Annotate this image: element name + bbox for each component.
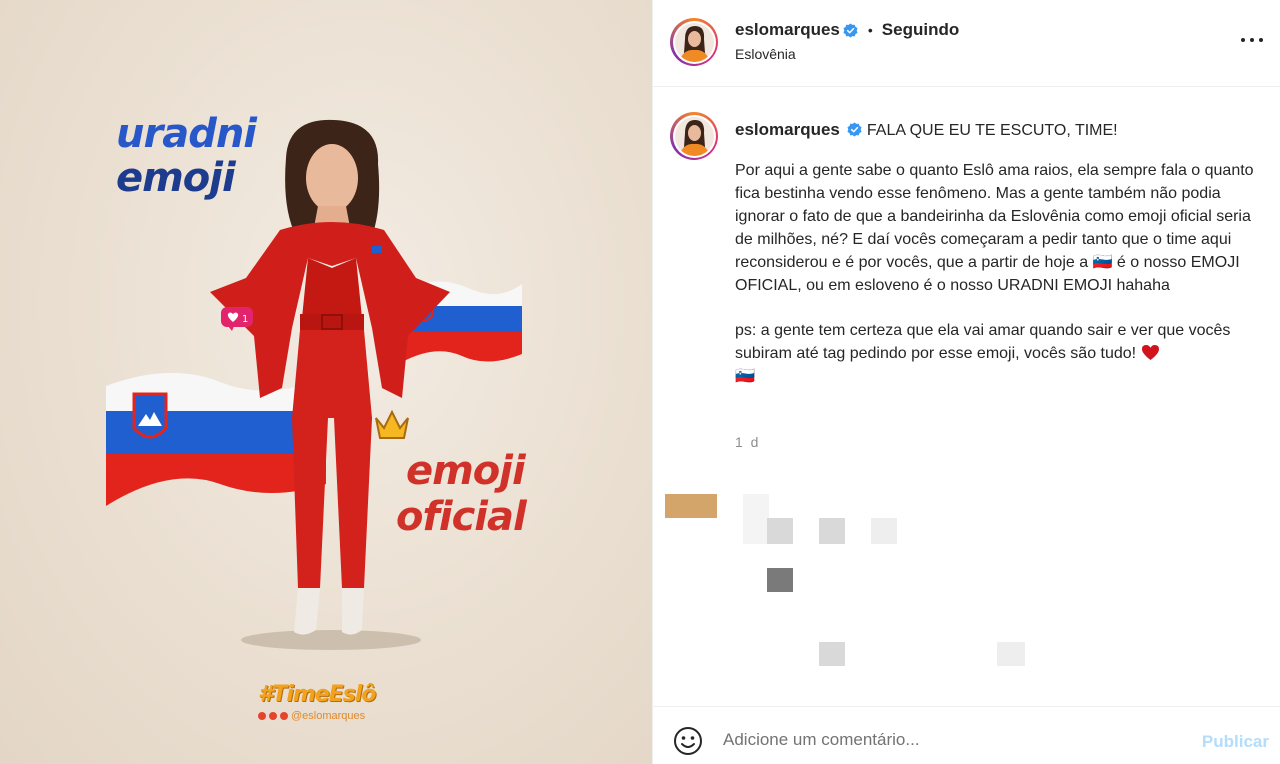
following-button[interactable]: Seguindo [882,20,959,40]
post-caption: eslomarques FALA QUE EU TE ESCUTO, TIME!… [735,118,1255,388]
avatar-image [674,116,714,156]
caption-paragraph-2: ps: a gente tem certeza que ela vai amar… [735,322,1231,385]
avatar[interactable] [670,18,718,66]
header-user: eslomarques • Seguindo [735,20,959,40]
comment-bar: Publicar [653,706,1280,764]
censored-block [871,518,897,544]
avatar-image [674,22,714,62]
publish-button[interactable]: Publicar [1202,732,1269,752]
censored-block [767,568,793,592]
caption-avatar[interactable] [670,112,718,160]
comment-input[interactable] [723,727,1143,753]
username-link[interactable]: eslomarques [735,20,840,40]
caption-username[interactable]: eslomarques [735,120,840,139]
post-header: eslomarques • Seguindo Eslovênia [653,0,1280,87]
social-icon [280,712,288,720]
svg-text:1: 1 [242,314,248,325]
hashtag-label: #TimeEslô [258,682,376,707]
censored-block [767,518,793,544]
censored-block [665,494,717,518]
more-options-icon[interactable] [1241,36,1263,44]
social-handle: @eslomarques [258,710,365,722]
censored-block [743,494,769,544]
location-link[interactable]: Eslovênia [735,46,796,62]
censored-block [819,518,845,544]
crown-icon [375,409,409,439]
verified-badge-icon [847,122,862,137]
separator-dot: • [867,22,873,38]
post-details: eslomarques • Seguindo Eslovênia eslomar… [652,0,1280,764]
flag-emoji: 🇸🇮 [735,368,755,385]
censored-block [997,642,1025,666]
post-image[interactable]: 1 uradni emoji emoji oficial #TimeEslô @… [0,0,652,764]
red-heart-icon [1141,344,1159,361]
like-notification-icon: 1 [221,307,253,331]
social-icon [258,712,266,720]
caption-first-line: FALA QUE EU TE ESCUTO, TIME! [866,122,1118,139]
post-dialog: 1 uradni emoji emoji oficial #TimeEslô @… [0,0,1280,764]
headline-emoji-oficial: emoji oficial [396,448,527,540]
caption-paragraph-1: Por aqui a gente sabe o quanto Eslô ama … [735,162,1254,294]
censored-block [819,642,845,666]
verified-badge-icon [843,22,858,38]
emoji-icon[interactable] [673,726,703,756]
headline-uradni-emoji: uradni emoji [116,111,257,201]
social-icon [269,712,277,720]
post-timestamp[interactable]: 1 d [735,434,760,450]
